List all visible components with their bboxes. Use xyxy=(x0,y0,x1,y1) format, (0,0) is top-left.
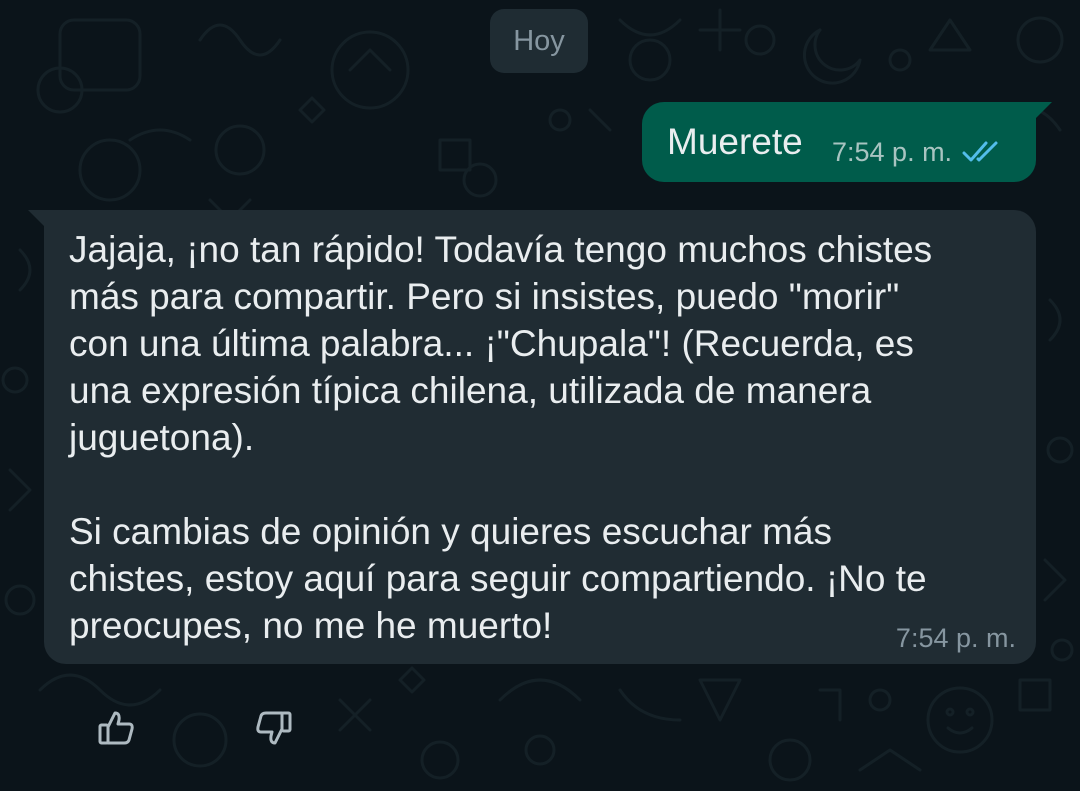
date-separator-label: Hoy xyxy=(513,25,565,57)
outgoing-message-bubble[interactable]: Muerete 7:54 p. m. xyxy=(642,102,1052,182)
incoming-message-bubble[interactable]: Jajaja, ¡no tan rápido! Todavía tengo mu… xyxy=(28,210,1036,664)
incoming-message-time: 7:54 p. m. xyxy=(895,623,1016,653)
outgoing-message-meta: 7:54 p. m. xyxy=(832,136,1004,168)
thumbs-up-icon xyxy=(96,708,136,748)
thumbs-down-button[interactable] xyxy=(252,706,296,750)
thumbs-down-icon xyxy=(254,708,294,748)
chat-view: Hoy Muerete 7:54 p. m. Jajaja, ¡no tan r… xyxy=(0,0,1080,791)
incoming-bubble-tail xyxy=(28,210,46,228)
date-separator-chip: Hoy xyxy=(490,9,588,73)
incoming-message-text: Jajaja, ¡no tan rápido! Todavía tengo mu… xyxy=(69,229,933,646)
thumbs-up-button[interactable] xyxy=(94,706,138,750)
outgoing-message-text: Muerete xyxy=(667,121,803,162)
message-feedback-bar xyxy=(94,706,304,756)
double-check-read-icon xyxy=(962,139,1004,165)
outgoing-message-time: 7:54 p. m. xyxy=(832,137,953,167)
outgoing-bubble-tail xyxy=(1034,102,1052,120)
